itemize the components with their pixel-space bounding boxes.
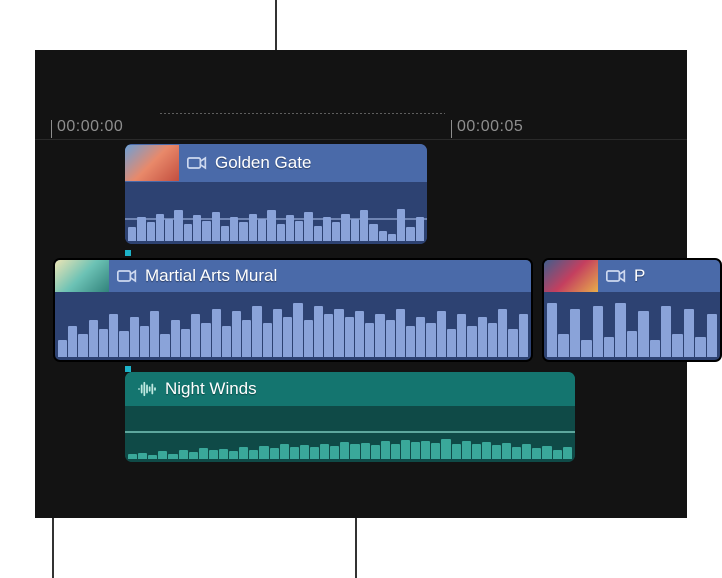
ruler-selection-range bbox=[159, 112, 445, 114]
connected-audio-clip[interactable]: Night Winds bbox=[125, 372, 575, 462]
waveform bbox=[544, 300, 720, 360]
waveform bbox=[125, 428, 575, 462]
timeline-ruler[interactable]: 00:00:00 00:00:05 bbox=[35, 120, 687, 140]
audio-wave-icon bbox=[137, 380, 157, 398]
clip-header: P bbox=[544, 260, 720, 292]
waveform bbox=[125, 207, 427, 244]
video-camera-icon bbox=[117, 267, 137, 285]
video-camera-icon bbox=[606, 267, 626, 285]
clip-thumbnail bbox=[544, 260, 598, 292]
clip-label: Golden Gate bbox=[215, 153, 311, 173]
clip-audio-area[interactable] bbox=[125, 406, 575, 462]
clip-thumbnail bbox=[125, 145, 179, 181]
clip-audio-area[interactable] bbox=[125, 182, 427, 244]
timecode-label: 00:00:05 bbox=[457, 118, 523, 136]
clip-thumbnail bbox=[55, 260, 109, 292]
primary-storyline-clip[interactable]: Martial Arts Mural bbox=[53, 258, 533, 362]
connection-marker bbox=[125, 250, 131, 256]
clip-header: Martial Arts Mural bbox=[55, 260, 531, 292]
timecode-label: 00:00:00 bbox=[57, 118, 123, 136]
primary-storyline-clip[interactable]: P bbox=[542, 258, 722, 362]
clip-label: Martial Arts Mural bbox=[145, 266, 277, 286]
clip-label: Night Winds bbox=[165, 379, 257, 399]
clip-header: Golden Gate bbox=[125, 144, 427, 182]
waveform bbox=[55, 300, 531, 360]
video-camera-icon bbox=[187, 154, 207, 172]
clip-label: P bbox=[634, 266, 645, 286]
timeline-area[interactable]: 00:00:00 00:00:05 Golden Gate bbox=[35, 50, 687, 518]
clip-header: Night Winds bbox=[125, 372, 575, 406]
connected-video-clip[interactable]: Golden Gate bbox=[125, 144, 427, 244]
